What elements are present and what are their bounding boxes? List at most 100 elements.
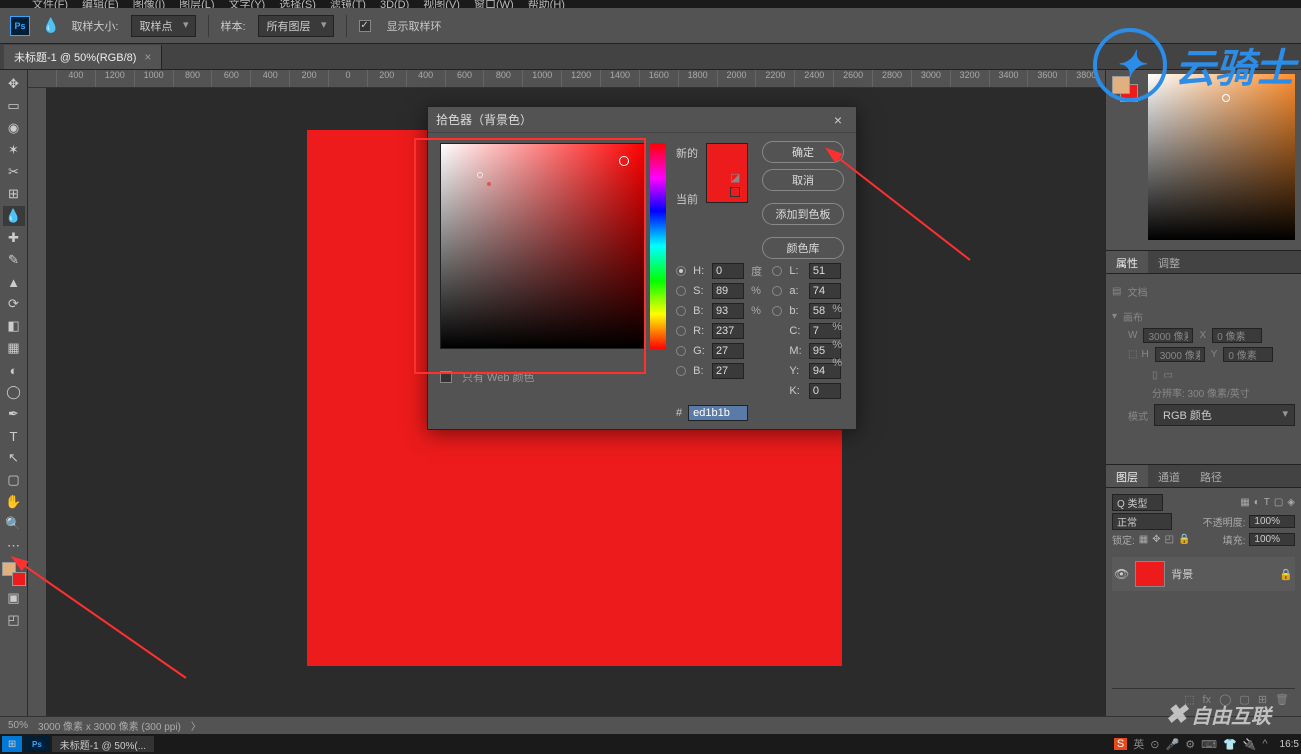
bc-input[interactable] [712, 363, 744, 379]
k-input[interactable] [809, 383, 841, 399]
lock-artboard-icon[interactable]: ◰ [1165, 534, 1174, 545]
menu-type[interactable]: 文字(Y) [229, 3, 266, 9]
doc-dimensions[interactable]: 3000 像素 x 3000 像素 (300 ppi) [38, 718, 181, 733]
document-tab[interactable]: 未标题-1 @ 50%(RGB/8) × [4, 45, 162, 69]
saturation-value-field[interactable] [440, 143, 646, 349]
y-input[interactable] [1223, 347, 1273, 362]
opacity-input[interactable]: 100% [1249, 515, 1295, 528]
new-color[interactable] [707, 144, 747, 173]
new-group-icon[interactable]: ▢ [1239, 693, 1249, 706]
r-input[interactable] [712, 323, 744, 339]
r-radio[interactable] [676, 326, 686, 336]
mode-select[interactable]: RGB 颜色 [1154, 404, 1295, 426]
blend-mode-select[interactable]: 正常 [1112, 513, 1172, 530]
layer-thumb[interactable] [1135, 561, 1165, 587]
quickmask-tool[interactable]: ▣ [3, 588, 25, 608]
frame-tool[interactable]: ⊞ [3, 184, 25, 204]
tray-icon[interactable]: 👕 [1223, 738, 1237, 751]
lasso-tool[interactable]: ◉ [3, 118, 25, 138]
canvas-section[interactable]: ▾ [1112, 311, 1117, 322]
menu-edit[interactable]: 编辑(E) [82, 3, 119, 9]
b-input[interactable] [712, 303, 744, 319]
ok-button[interactable]: 确定 [762, 141, 844, 163]
h-input[interactable] [712, 263, 744, 279]
tray-icon[interactable]: ⚙ [1185, 738, 1195, 751]
lock-position-icon[interactable]: ✥ [1152, 534, 1160, 545]
filter-type-icon[interactable]: T [1264, 497, 1270, 508]
x-input[interactable] [1212, 328, 1262, 343]
show-ring-checkbox[interactable] [359, 20, 371, 32]
tray-icon[interactable]: 🔌 [1243, 738, 1257, 751]
width-input[interactable] [1143, 328, 1193, 343]
more-tool[interactable]: ⋯ [3, 536, 25, 556]
sample-select[interactable]: 所有图层 [258, 15, 334, 37]
close-icon[interactable]: × [828, 112, 848, 128]
filter-shape-icon[interactable]: ▢ [1274, 497, 1283, 508]
zoom-level[interactable]: 50% [8, 720, 28, 731]
delete-layer-icon[interactable]: 🗑 [1275, 693, 1289, 706]
ime-lang[interactable]: 英 [1133, 736, 1144, 752]
current-color[interactable] [707, 173, 747, 202]
g-radio[interactable] [676, 346, 686, 356]
tray-icon[interactable]: ⊙ [1150, 738, 1159, 751]
websafe-swatch[interactable] [730, 187, 740, 197]
add-swatch-button[interactable]: 添加到色板 [762, 203, 844, 225]
stamp-tool[interactable]: ▲ [3, 272, 25, 292]
os-taskbar[interactable]: ⊞ Ps 未标题-1 @ 50%(... S 英 ⊙ 🎤 ⚙ ⌨ 👕 🔌 ^ 1… [0, 734, 1301, 754]
crop-tool[interactable]: ✂ [3, 162, 25, 182]
ime-icon[interactable]: S [1114, 738, 1127, 750]
hue-slider[interactable] [650, 143, 666, 349]
eyedropper-tool[interactable]: 💧 [3, 206, 25, 226]
dialog-titlebar[interactable]: 拾色器（背景色） × [428, 107, 856, 133]
s-radio[interactable] [676, 286, 686, 296]
blur-tool[interactable]: ◐ [3, 360, 25, 380]
new-current-swatch[interactable] [706, 143, 748, 203]
b2-radio[interactable] [772, 306, 782, 316]
lock-all-icon[interactable]: 🔒 [1178, 534, 1190, 545]
link-layers-icon[interactable]: ⬚ [1184, 693, 1194, 706]
s-input[interactable] [712, 283, 744, 299]
l-input[interactable] [809, 263, 841, 279]
screenmode-tool[interactable]: ◰ [3, 610, 25, 630]
mini-color-field[interactable] [1148, 74, 1295, 240]
filter-pixel-icon[interactable]: ▦ [1240, 497, 1249, 508]
zoom-tool[interactable]: 🔍 [3, 514, 25, 534]
h-radio[interactable] [676, 266, 686, 276]
background-color[interactable] [12, 572, 26, 586]
tab-properties[interactable]: 属性 [1106, 251, 1148, 273]
heal-tool[interactable]: ✚ [3, 228, 25, 248]
close-icon[interactable]: × [144, 50, 151, 64]
tab-channels[interactable]: 通道 [1148, 465, 1190, 487]
shape-tool[interactable]: ▢ [3, 470, 25, 490]
color-lib-button[interactable]: 颜色库 [762, 237, 844, 259]
color-panel[interactable] [1106, 70, 1301, 250]
new-layer-icon[interactable]: ⊞ [1258, 693, 1267, 706]
main-menu-bar[interactable]: 文件(F) 编辑(E) 图像(I) 图层(L) 文字(Y) 选择(S) 滤镜(T… [0, 0, 1301, 8]
filter-smart-icon[interactable]: ◈ [1287, 497, 1295, 508]
path-tool[interactable]: ↖ [3, 448, 25, 468]
brush-tool[interactable]: ✎ [3, 250, 25, 270]
bc-radio[interactable] [676, 366, 686, 376]
tab-layers[interactable]: 图层 [1106, 465, 1148, 487]
a-input[interactable] [809, 283, 841, 299]
l-radio[interactable] [772, 266, 782, 276]
pen-tool[interactable]: ✒ [3, 404, 25, 424]
taskbar-doc[interactable]: 未标题-1 @ 50%(... [52, 736, 154, 752]
gamut-warning-icon[interactable]: ◪ [730, 171, 740, 184]
history-brush-tool[interactable]: ⟳ [3, 294, 25, 314]
dodge-tool[interactable]: ◯ [3, 382, 25, 402]
tray-up-icon[interactable]: ^ [1262, 738, 1267, 750]
fill-input[interactable]: 100% [1249, 533, 1295, 546]
menu-select[interactable]: 选择(S) [279, 3, 316, 9]
wand-tool[interactable]: ✶ [3, 140, 25, 160]
gradient-tool[interactable]: ▦ [3, 338, 25, 358]
orient-landscape-icon[interactable]: ▭ [1164, 370, 1173, 381]
a-radio[interactable] [772, 286, 782, 296]
g-input[interactable] [712, 343, 744, 359]
height-input[interactable] [1155, 347, 1205, 362]
menu-window[interactable]: 窗口(W) [474, 3, 514, 9]
type-tool[interactable]: T [3, 426, 25, 446]
start-button[interactable]: ⊞ [2, 736, 22, 752]
hex-input[interactable] [688, 405, 748, 421]
web-only-checkbox[interactable] [440, 371, 452, 383]
